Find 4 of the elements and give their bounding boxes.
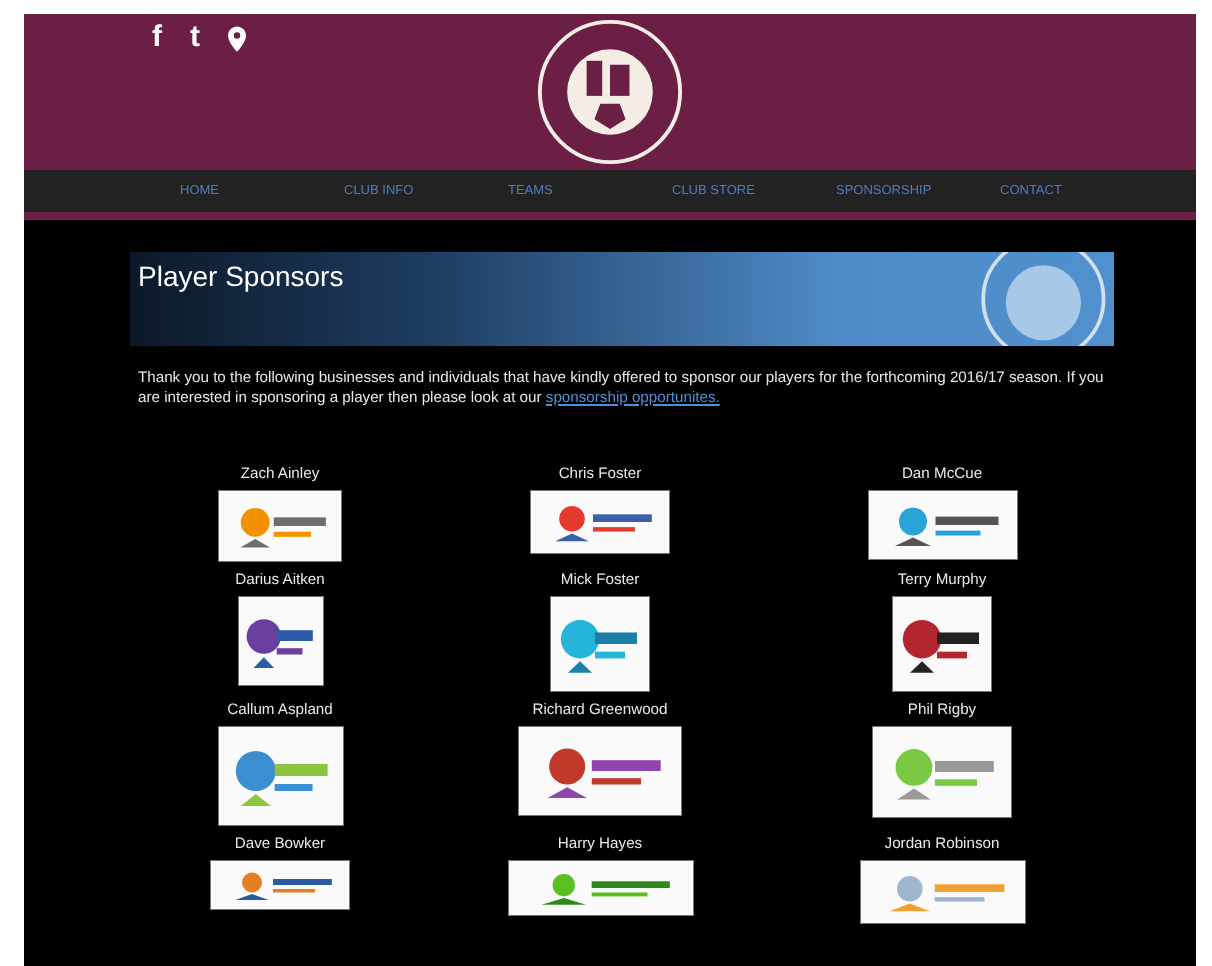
social-link[interactable]: f: [152, 22, 162, 54]
social-link[interactable]: t: [190, 22, 200, 54]
map-pin-icon[interactable]: [228, 25, 246, 51]
page-title: Player Sponsors: [138, 260, 344, 296]
